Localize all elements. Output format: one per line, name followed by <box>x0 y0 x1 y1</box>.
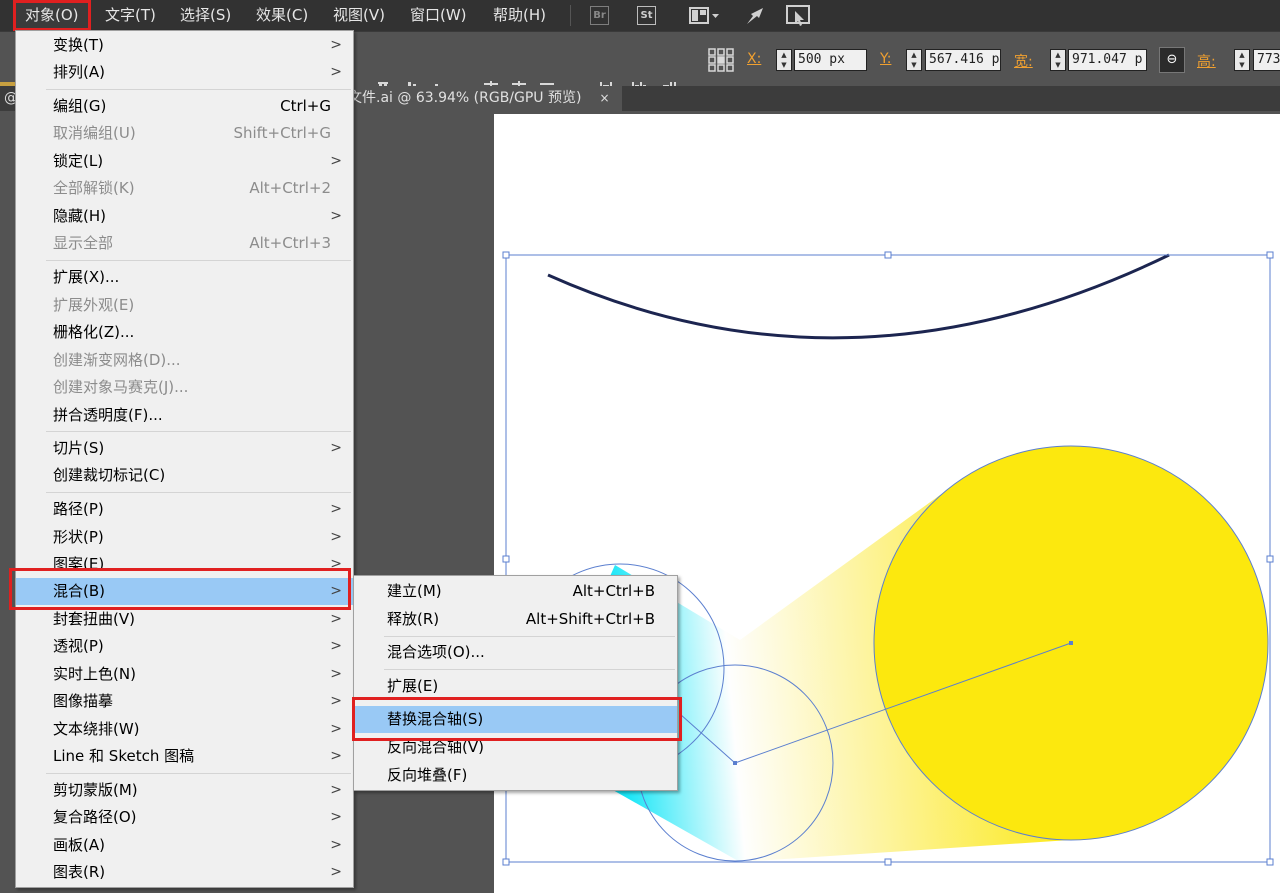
submenu-item-expand[interactable]: 扩展(E) <box>354 673 677 700</box>
menu-item-create-trim-marks[interactable]: 创建裁切标记(C) <box>16 462 353 489</box>
menu-separator <box>46 260 351 261</box>
object-menu: 变换(T) > 排列(A) > 编组(G) Ctrl+G 取消编组(U) Shift+C… <box>15 30 354 888</box>
menu-item-lock[interactable]: 锁定(L) > <box>16 148 353 175</box>
submenu-arrow-icon: > <box>330 501 342 517</box>
menu-item-transform[interactable]: 变换(T) > <box>16 32 353 59</box>
submenu-item-reverse-front-to-back[interactable]: 反向堆叠(F) <box>354 762 677 789</box>
submenu-arrow-icon: > <box>330 748 342 764</box>
submenu-arrow-icon: > <box>330 693 342 709</box>
menu-item-blend[interactable]: 混合(B) > <box>16 578 353 605</box>
menu-item-create-object-mosaic: 创建对象马赛克(J)... <box>53 378 189 396</box>
submenu-arrow-icon: > <box>330 37 342 53</box>
menu-item-expand[interactable]: 扩展(X)... <box>16 264 353 291</box>
menu-separator <box>46 89 351 90</box>
menu-item-show-all: 显示全部 Alt+Ctrl+3 <box>53 234 331 252</box>
submenu-arrow-icon: > <box>330 638 342 654</box>
menu-item-shape[interactable]: 形状(P) > <box>16 524 353 551</box>
menu-item-expand-appearance: 扩展外观(E) <box>53 296 135 314</box>
submenu-arrow-icon: > <box>330 208 342 224</box>
submenu-item-make[interactable]: 建立(M) Alt+Ctrl+B <box>354 578 677 605</box>
menu-item-arrange[interactable]: 排列(A) > <box>16 59 353 86</box>
submenu-arrow-icon: > <box>330 721 342 737</box>
menu-separator <box>46 492 351 493</box>
blend-submenu: 建立(M) Alt+Ctrl+B 释放(R) Alt+Shift+Ctrl+B 混合… <box>353 575 678 791</box>
menu-separator <box>46 431 351 432</box>
menu-item-ungroup: 取消编组(U) Shift+Ctrl+G <box>53 124 331 142</box>
menu-item-pattern[interactable]: 图案(E) > <box>16 551 353 578</box>
menu-item-perspective[interactable]: 透视(P) > <box>16 633 353 660</box>
menu-item-compound-path[interactable]: 复合路径(O) > <box>16 804 353 831</box>
submenu-arrow-icon: > <box>330 529 342 545</box>
submenu-arrow-icon: > <box>330 611 342 627</box>
menu-item-rasterize[interactable]: 栅格化(Z)... <box>16 319 353 346</box>
menu-item-hide[interactable]: 隐藏(H) > <box>16 203 353 230</box>
submenu-arrow-icon: > <box>330 782 342 798</box>
submenu-arrow-icon: > <box>330 153 342 169</box>
illustrator-window: 对象(O) 文字(T) 选择(S) 效果(C) 视图(V) 窗口(W) 帮助(H… <box>0 0 1280 893</box>
menu-separator <box>384 636 675 637</box>
spine-anchor[interactable] <box>733 761 737 765</box>
menu-item-line-and-sketch[interactable]: Line 和 Sketch 图稿 > <box>16 743 353 770</box>
menu-item-graph[interactable]: 图表(R) > <box>16 859 353 886</box>
submenu-item-release[interactable]: 释放(R) Alt+Shift+Ctrl+B <box>354 606 677 633</box>
menu-item-unlock-all: 全部解锁(K) Alt+Ctrl+2 <box>53 179 331 197</box>
menu-item-flatten-transparency[interactable]: 拼合透明度(F)... <box>16 402 353 429</box>
menu-item-image-trace[interactable]: 图像描摹 > <box>16 688 353 715</box>
menu-separator <box>384 669 675 670</box>
menu-item-group[interactable]: 编组(G) Ctrl+G <box>16 93 353 120</box>
submenu-arrow-icon: > <box>330 64 342 80</box>
menu-item-envelope-distort[interactable]: 封套扭曲(V) > <box>16 606 353 633</box>
submenu-arrow-icon: > <box>330 556 342 572</box>
submenu-arrow-icon: > <box>330 666 342 682</box>
menu-item-live-paint[interactable]: 实时上色(N) > <box>16 661 353 688</box>
submenu-arrow-icon: > <box>330 583 342 599</box>
spine-anchor[interactable] <box>1069 641 1073 645</box>
menu-item-artboards[interactable]: 画板(A) > <box>16 832 353 859</box>
menu-item-path[interactable]: 路径(P) > <box>16 496 353 523</box>
menu-separator <box>46 773 351 774</box>
menu-item-clipping-mask[interactable]: 剪切蒙版(M) > <box>16 777 353 804</box>
submenu-arrow-icon: > <box>330 837 342 853</box>
submenu-item-replace-spine[interactable]: 替换混合轴(S) <box>354 706 677 733</box>
submenu-item-reverse-spine[interactable]: 反向混合轴(V) <box>354 734 677 761</box>
menu-item-text-wrap[interactable]: 文本绕排(W) > <box>16 716 353 743</box>
arc-path[interactable] <box>547 253 1170 340</box>
submenu-arrow-icon: > <box>330 809 342 825</box>
submenu-arrow-icon: > <box>330 864 342 880</box>
menu-item-create-gradient-mesh: 创建渐变网格(D)... <box>53 351 181 369</box>
submenu-item-blend-options[interactable]: 混合选项(O)... <box>354 639 677 666</box>
submenu-arrow-icon: > <box>330 440 342 456</box>
menu-item-slice[interactable]: 切片(S) > <box>16 435 353 462</box>
